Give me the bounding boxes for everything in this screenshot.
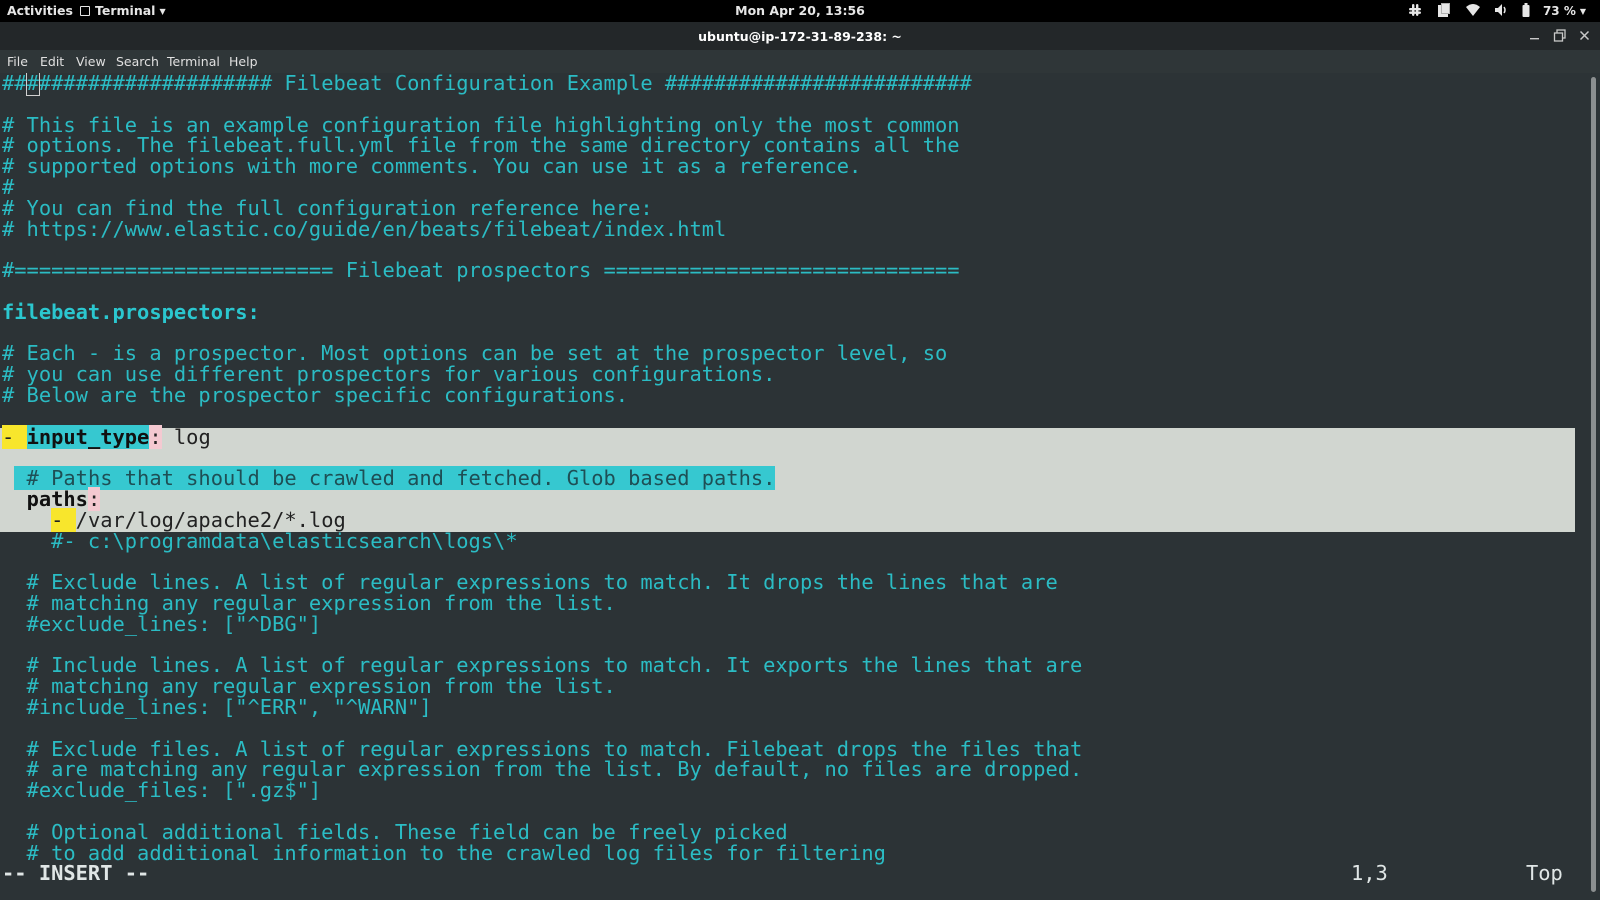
editor-line: filebeat.prospectors: xyxy=(2,299,260,324)
battery-label: 73 % xyxy=(1542,4,1576,18)
selected-comment: # Paths that should be crawled and fetch… xyxy=(14,466,776,491)
scrollbar[interactable] xyxy=(1588,73,1600,900)
slack-icon[interactable] xyxy=(1407,2,1423,21)
editor-line: # matching any regular expression from t… xyxy=(2,674,616,699)
battery-percentage[interactable]: 73 % ▼ xyxy=(1543,4,1586,18)
window-title: ubuntu@ip-172-31-89-238: ~ xyxy=(698,29,902,44)
close-button[interactable] xyxy=(1576,27,1594,45)
editor-line: ###################### Filebeat Configur… xyxy=(2,73,972,96)
editor-line: #========================== Filebeat pro… xyxy=(2,258,960,283)
editor-line: # https://www.elastic.co/guide/en/beats/… xyxy=(2,216,727,241)
editor-line: #include_lines: ["^ERR", "^WARN"] xyxy=(2,695,432,719)
scroll-position: Top xyxy=(1526,861,1563,886)
clock[interactable]: Mon Apr 20, 13:56 xyxy=(735,3,865,18)
editor-line-selected: - /var/log/apache2/*.log xyxy=(51,507,346,532)
menu-edit[interactable]: Edit xyxy=(40,54,64,69)
yaml-key: filebeat.prospectors xyxy=(2,299,248,324)
editor-line: #exclude_lines: ["^DBG"] xyxy=(2,611,322,636)
editor-line: # Exclude lines. A list of regular expre… xyxy=(2,570,1058,595)
menu-view[interactable]: View xyxy=(76,54,106,69)
top-bar: Activities Terminal▼ Mon Apr 20, 13:56 xyxy=(0,0,1600,22)
caret-down-icon: ▼ xyxy=(1579,7,1586,16)
menu-file[interactable]: File xyxy=(7,54,28,69)
editor-line-selected: paths: xyxy=(26,487,101,511)
editor-line-selected: - input_type: log xyxy=(2,424,211,449)
menu-search[interactable]: Search xyxy=(116,54,159,69)
restore-icon xyxy=(1553,29,1566,42)
clock-container: Mon Apr 20, 13:56 xyxy=(0,3,1600,18)
editor-line: #- c:\programdata\elasticsearch\logs\* xyxy=(2,528,518,553)
editor-line: # supported options with more comments. … xyxy=(2,154,862,179)
editor-line: # are matching any regular expression fr… xyxy=(2,757,1083,782)
maximize-button[interactable] xyxy=(1551,27,1569,45)
activities-button[interactable]: Activities xyxy=(7,3,73,18)
editor-line: # Each - is a prospector. Most options c… xyxy=(2,341,948,366)
editor-line: # You can find the full configuration re… xyxy=(2,195,653,220)
battery-icon[interactable] xyxy=(1522,2,1530,20)
scrollbar-thumb[interactable] xyxy=(1591,77,1596,892)
window-icon xyxy=(80,6,90,16)
editor-line: # xyxy=(2,175,15,199)
minimize-icon xyxy=(1530,38,1539,40)
editor-line: #exclude_files: [".gz$"] xyxy=(2,778,322,803)
editor-line: # matching any regular expression from t… xyxy=(2,591,616,615)
editor-line: # you can use different prospectors for … xyxy=(2,362,776,387)
editor-line: # This file is an example configuration … xyxy=(2,112,960,137)
menu-help[interactable]: Help xyxy=(229,54,258,69)
editor-line: # Optional additional fields. These fiel… xyxy=(2,819,788,844)
cursor-position: 1,3 xyxy=(1351,861,1388,886)
wifi-icon[interactable] xyxy=(1465,3,1481,20)
window-title-container: ubuntu@ip-172-31-89-238: ~ xyxy=(0,29,1600,44)
editor-line: # Include lines. A list of regular expre… xyxy=(2,653,1083,678)
terminal-view[interactable]: ###################### Filebeat Configur… xyxy=(0,73,1600,900)
editor-line: # Below are the prospector specific conf… xyxy=(2,383,629,407)
insert-mode-indicator: -- INSERT -- xyxy=(2,861,150,886)
clipboard-icon[interactable] xyxy=(1436,2,1452,21)
editor-line-selected: # Paths that should be crawled and fetch… xyxy=(2,466,776,491)
window-titlebar[interactable]: ubuntu@ip-172-31-89-238: ~ xyxy=(0,22,1600,50)
caret-down-icon: ▼ xyxy=(159,7,166,16)
yaml-key: input_type xyxy=(26,424,150,449)
list-dash: - xyxy=(2,424,15,449)
vim-status-line: -- INSERT -- xyxy=(2,863,149,884)
editor-line: # options. The filebeat.full.yml file fr… xyxy=(2,133,960,158)
app-menu-button[interactable]: Terminal ▼ xyxy=(80,3,166,18)
app-menu-label: Terminal xyxy=(95,3,156,18)
system-tray[interactable]: 73 % ▼ xyxy=(1407,2,1586,20)
volume-icon[interactable] xyxy=(1494,3,1509,20)
menu-bar: File Edit View Search Terminal Help xyxy=(0,50,1600,73)
menu-terminal[interactable]: Terminal xyxy=(167,54,220,69)
editor-line: # to add additional information to the c… xyxy=(2,840,886,865)
text-cursor: # xyxy=(25,73,40,96)
minimize-button[interactable] xyxy=(1526,27,1544,45)
editor-line: # Exclude files. A list of regular expre… xyxy=(2,736,1083,761)
close-icon xyxy=(1579,30,1590,41)
